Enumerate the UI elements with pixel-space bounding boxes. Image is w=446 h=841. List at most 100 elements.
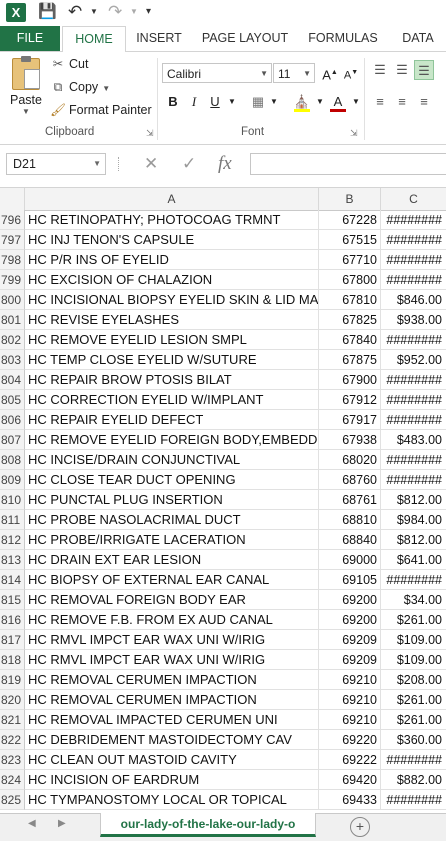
- cell-b[interactable]: 68840: [319, 530, 381, 550]
- tab-insert[interactable]: INSERT: [130, 26, 188, 51]
- row-header[interactable]: 802: [0, 330, 25, 350]
- cell-b[interactable]: 67825: [319, 310, 381, 330]
- clipboard-launcher-icon[interactable]: ⇲: [146, 128, 154, 139]
- prev-sheet-icon[interactable]: ◀: [28, 818, 36, 829]
- cell-b[interactable]: 67800: [319, 270, 381, 290]
- cell-a[interactable]: HC PROBE NASOLACRIMAL DUCT: [25, 510, 319, 530]
- font-size-combo[interactable]: 11 ▼: [273, 63, 315, 83]
- row-header[interactable]: 798: [0, 250, 25, 270]
- cell-b[interactable]: 68020: [319, 450, 381, 470]
- paste-button[interactable]: Paste ▼: [8, 56, 44, 124]
- cell-c[interactable]: ########: [381, 230, 446, 250]
- cut-button[interactable]: ✂ Cut: [50, 56, 89, 71]
- cell-a[interactable]: HC REMOVAL IMPACTED CERUMEN UNI: [25, 710, 319, 730]
- cell-a[interactable]: HC DRAIN EXT EAR LESION: [25, 550, 319, 570]
- cell-b[interactable]: 69200: [319, 610, 381, 630]
- copy-button[interactable]: ⧉ Copy ▼: [50, 80, 111, 95]
- cell-b[interactable]: 69210: [319, 670, 381, 690]
- row-header[interactable]: 808: [0, 450, 25, 470]
- cell-a[interactable]: HC REMOVE F.B. FROM EX AUD CANAL: [25, 610, 319, 630]
- cell-c[interactable]: ########: [381, 390, 446, 410]
- cell-c[interactable]: $641.00: [381, 550, 446, 570]
- cell-c[interactable]: ########: [381, 470, 446, 490]
- column-header-a[interactable]: A: [25, 188, 319, 210]
- row-header[interactable]: 812: [0, 530, 25, 550]
- select-all-corner[interactable]: [0, 188, 25, 210]
- cell-c[interactable]: ########: [381, 570, 446, 590]
- cell-b[interactable]: 69433: [319, 790, 381, 810]
- cell-c[interactable]: ########: [381, 270, 446, 290]
- cell-a[interactable]: HC RMVL IMPCT EAR WAX UNI W/IRIG: [25, 650, 319, 670]
- underline-dropdown-icon[interactable]: ▼: [222, 92, 242, 112]
- cell-c[interactable]: $483.00: [381, 430, 446, 450]
- cell-b[interactable]: 69000: [319, 550, 381, 570]
- cell-b[interactable]: 69209: [319, 630, 381, 650]
- cell-a[interactable]: HC TYMPANOSTOMY LOCAL OR TOPICAL: [25, 790, 319, 810]
- row-header[interactable]: 814: [0, 570, 25, 590]
- row-header[interactable]: 817: [0, 630, 25, 650]
- row-header[interactable]: 813: [0, 550, 25, 570]
- cell-a[interactable]: HC CORRECTION EYELID W/IMPLANT: [25, 390, 319, 410]
- align-middle-icon[interactable]: ☰: [392, 60, 412, 80]
- cell-b[interactable]: 68810: [319, 510, 381, 530]
- tab-formulas[interactable]: FORMULAS: [304, 26, 382, 51]
- cell-a[interactable]: HC REPAIR BROW PTOSIS BILAT: [25, 370, 319, 390]
- font-color-dropdown-icon[interactable]: ▼: [346, 92, 366, 112]
- cell-c[interactable]: ########: [381, 450, 446, 470]
- cell-a[interactable]: HC REVISE EYELASHES: [25, 310, 319, 330]
- formula-input[interactable]: [250, 153, 446, 175]
- cell-c[interactable]: ########: [381, 750, 446, 770]
- cell-a[interactable]: HC REMOVAL CERUMEN IMPACTION: [25, 690, 319, 710]
- redo-icon[interactable]: ↷: [108, 2, 122, 22]
- cell-b[interactable]: 67917: [319, 410, 381, 430]
- shrink-font-button[interactable]: A▼: [341, 63, 361, 83]
- align-left-icon[interactable]: ≡: [370, 92, 390, 112]
- row-header[interactable]: 799: [0, 270, 25, 290]
- cell-c[interactable]: $261.00: [381, 610, 446, 630]
- sheet-tab-active[interactable]: our-lady-of-the-lake-our-lady-o: [100, 813, 316, 837]
- undo-dropdown-icon[interactable]: ▼: [90, 2, 98, 22]
- row-header[interactable]: 807: [0, 430, 25, 450]
- cell-a[interactable]: HC PROBE/IRRIGATE LACERATION: [25, 530, 319, 550]
- cell-a[interactable]: HC INCISE/DRAIN CONJUNCTIVAL: [25, 450, 319, 470]
- cell-b[interactable]: 67900: [319, 370, 381, 390]
- tab-file[interactable]: FILE: [0, 26, 60, 51]
- row-header[interactable]: 819: [0, 670, 25, 690]
- customize-toolbar-icon[interactable]: ▾: [146, 2, 151, 22]
- cell-b[interactable]: 67228: [319, 210, 381, 230]
- cell-c[interactable]: $984.00: [381, 510, 446, 530]
- bold-button[interactable]: B: [163, 92, 183, 112]
- column-header-c[interactable]: C: [381, 188, 446, 210]
- cell-a[interactable]: HC RMVL IMPCT EAR WAX UNI W/IRIG: [25, 630, 319, 650]
- fill-dropdown-icon[interactable]: ▼: [310, 92, 330, 112]
- cell-b[interactable]: 67840: [319, 330, 381, 350]
- cell-c[interactable]: ########: [381, 330, 446, 350]
- font-launcher-icon[interactable]: ⇲: [350, 128, 358, 139]
- fill-color-button[interactable]: ⛪: [292, 92, 312, 112]
- cell-b[interactable]: 69210: [319, 690, 381, 710]
- cell-b[interactable]: 68761: [319, 490, 381, 510]
- row-header[interactable]: 797: [0, 230, 25, 250]
- undo-icon[interactable]: ↶: [68, 2, 82, 22]
- save-icon[interactable]: 💾: [38, 2, 57, 22]
- align-bottom-icon[interactable]: ☰: [414, 60, 434, 80]
- tab-page-layout[interactable]: PAGE LAYOUT: [198, 26, 292, 51]
- row-header[interactable]: 816: [0, 610, 25, 630]
- row-header[interactable]: 825: [0, 790, 25, 810]
- cell-c[interactable]: $952.00: [381, 350, 446, 370]
- cell-a[interactable]: HC INCISION OF EARDRUM: [25, 770, 319, 790]
- column-header-b[interactable]: B: [319, 188, 381, 210]
- row-header[interactable]: 821: [0, 710, 25, 730]
- row-header[interactable]: 822: [0, 730, 25, 750]
- cell-b[interactable]: 69210: [319, 710, 381, 730]
- row-header[interactable]: 805: [0, 390, 25, 410]
- cell-b[interactable]: 69420: [319, 770, 381, 790]
- cell-a[interactable]: HC PUNCTAL PLUG INSERTION: [25, 490, 319, 510]
- cell-b[interactable]: 69209: [319, 650, 381, 670]
- italic-button[interactable]: I: [184, 92, 204, 112]
- grow-font-button[interactable]: A▲: [320, 63, 340, 83]
- row-header[interactable]: 818: [0, 650, 25, 670]
- align-center-icon[interactable]: ≡: [392, 92, 412, 112]
- row-header[interactable]: 803: [0, 350, 25, 370]
- row-header[interactable]: 800: [0, 290, 25, 310]
